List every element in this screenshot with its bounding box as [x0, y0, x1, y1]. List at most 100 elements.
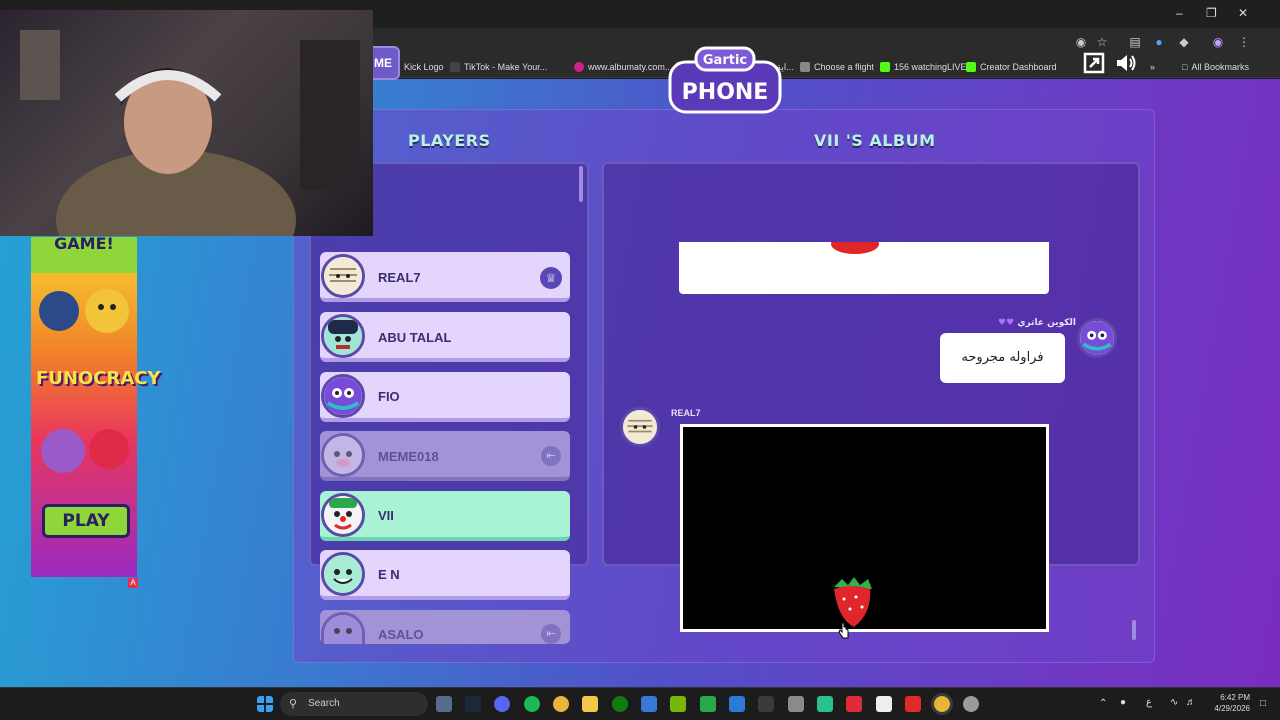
app-icon[interactable] [846, 696, 862, 712]
camera-app-icon[interactable] [436, 696, 452, 712]
media-icon[interactable]: ▤ [1127, 34, 1143, 50]
eye-off-icon[interactable]: ◉ [1073, 34, 1089, 50]
guess-bubble: فراوله مجروحه [940, 333, 1065, 383]
minimize-icon[interactable]: – [1176, 6, 1183, 20]
bookmark-label: 156 watchingLIVE [894, 62, 967, 72]
albumaty-icon [574, 62, 584, 72]
microphone-icon[interactable]: ● [1120, 697, 1126, 708]
settings-icon[interactable] [963, 696, 979, 712]
spotify-icon[interactable] [524, 696, 540, 712]
wifi-icon[interactable]: ∿ [1170, 697, 1178, 708]
flight-icon [800, 62, 810, 72]
heart-icon: ♥♥ [998, 318, 1018, 328]
bookmark-label: Creator Dashboard [980, 62, 1057, 72]
ad-headline-text: GAME! [54, 237, 114, 253]
player-name: VII [378, 508, 394, 523]
player-name: ASALO [378, 627, 424, 642]
previous-drawing-card [679, 242, 1049, 294]
ad-badge[interactable]: A [128, 578, 138, 588]
album-scrollbar[interactable] [1132, 620, 1136, 640]
gartic-phone-logo: Gartic PHONE [668, 46, 782, 114]
language-indicator[interactable]: ع [1146, 697, 1152, 708]
discord-icon[interactable] [494, 696, 510, 712]
avatar [1077, 318, 1117, 358]
bookmark-albumaty[interactable]: www.albumaty.com... [574, 60, 672, 74]
capcut-icon[interactable] [876, 696, 892, 712]
strawberry-fragment [831, 242, 879, 254]
ad-play-button[interactable]: PLAY [42, 504, 130, 538]
avatar [321, 433, 365, 477]
sound-icon[interactable] [1115, 52, 1137, 74]
steam-icon[interactable] [465, 696, 481, 712]
clock-time: 6:42 PM [1220, 693, 1250, 702]
strawberry-drawing [834, 577, 872, 627]
tiktok-icon [450, 62, 460, 72]
chrome-icon[interactable] [553, 696, 569, 712]
ad-headline: GAME! [31, 237, 137, 273]
star-icon[interactable]: ☆ [1094, 34, 1110, 50]
svg-text:PHONE: PHONE [682, 80, 769, 105]
avatar [321, 254, 365, 298]
exit-icon: ⇤ [541, 446, 561, 466]
bookmark-tiktok[interactable]: TikTok - Make Your... [450, 60, 547, 74]
fullscreen-icon[interactable] [1083, 52, 1105, 74]
chrome-active-icon[interactable] [934, 696, 950, 712]
extension-icon[interactable]: ● [1151, 34, 1167, 50]
bookmark-label: TikTok - Make Your... [464, 62, 548, 72]
bookmark-watching-live[interactable]: 156 watchingLIVE [880, 60, 967, 74]
xbox-icon[interactable] [612, 696, 628, 712]
search-icon: ⚲ [289, 698, 298, 710]
nvidia-icon[interactable] [670, 696, 686, 712]
folder-icon: □ [1182, 62, 1188, 72]
taskbar-search[interactable]: Search [280, 692, 428, 716]
drawing-author: REAL7 [671, 408, 701, 418]
recycle-bin-icon[interactable] [788, 696, 804, 712]
all-bookmarks[interactable]: □ All Bookmarks [1182, 60, 1249, 74]
play-app-icon[interactable] [700, 696, 716, 712]
profile-icon[interactable]: ◉ [1210, 34, 1226, 50]
svg-text:Gartic: Gartic [703, 53, 747, 68]
close-icon[interactable]: ✕ [1238, 6, 1248, 20]
drawing-canvas [680, 424, 1049, 632]
exit-icon: ⇤ [541, 624, 561, 644]
avatar [321, 493, 365, 537]
player-name: REAL7 [378, 270, 421, 285]
app-icon[interactable] [905, 696, 921, 712]
bookmarks-overflow-icon[interactable]: » [1150, 60, 1155, 74]
bookmark-creator-dashboard[interactable]: Creator Dashboard [966, 60, 1057, 74]
player-name: ABU TALAL [378, 330, 452, 345]
kick-icon [880, 62, 890, 72]
taskbar-clock[interactable]: 6:42 PM 4/29/2026 [1204, 692, 1250, 714]
kick-icon [966, 62, 976, 72]
avatar [321, 552, 365, 596]
volume-icon[interactable]: ♬ [1186, 697, 1196, 708]
app-icon[interactable] [758, 696, 774, 712]
crown-icon: ♕ [540, 267, 562, 289]
avatar [321, 374, 365, 418]
windows-start-icon[interactable] [257, 696, 273, 712]
clock-date: 4/29/2026 [1214, 704, 1250, 713]
guess-author-name: الكوين عاتري [1017, 318, 1076, 328]
restore-icon[interactable]: ❐ [1206, 6, 1217, 20]
app-icon[interactable] [729, 696, 745, 712]
player-name: FIO [378, 389, 400, 404]
search-label: Search [308, 698, 340, 709]
guess-author: ♥♥ الكوين عاتري [998, 318, 1076, 328]
avatar [321, 314, 365, 358]
bookmark-label: Choose a flight [814, 62, 875, 72]
app-icon[interactable] [817, 696, 833, 712]
puzzle-icon[interactable]: ◆ [1176, 34, 1192, 50]
avatar [620, 407, 660, 447]
file-explorer-icon[interactable] [582, 696, 598, 712]
players-title: PLAYERS [408, 131, 491, 150]
players-scrollbar[interactable] [579, 166, 583, 202]
tray-overflow-icon[interactable]: ⌃ [1099, 698, 1107, 709]
bookmark-choose-flight[interactable]: Choose a flight [800, 60, 874, 74]
all-bookmarks-label: All Bookmarks [1191, 62, 1249, 72]
menu-icon[interactable]: ⋮ [1236, 34, 1252, 50]
bookmark-label: www.albumaty.com... [588, 62, 673, 72]
player-name: MEME018 [378, 449, 439, 464]
store-icon[interactable] [641, 696, 657, 712]
streamer-figure [20, 30, 360, 236]
notification-icon[interactable]: □ [1260, 698, 1266, 709]
